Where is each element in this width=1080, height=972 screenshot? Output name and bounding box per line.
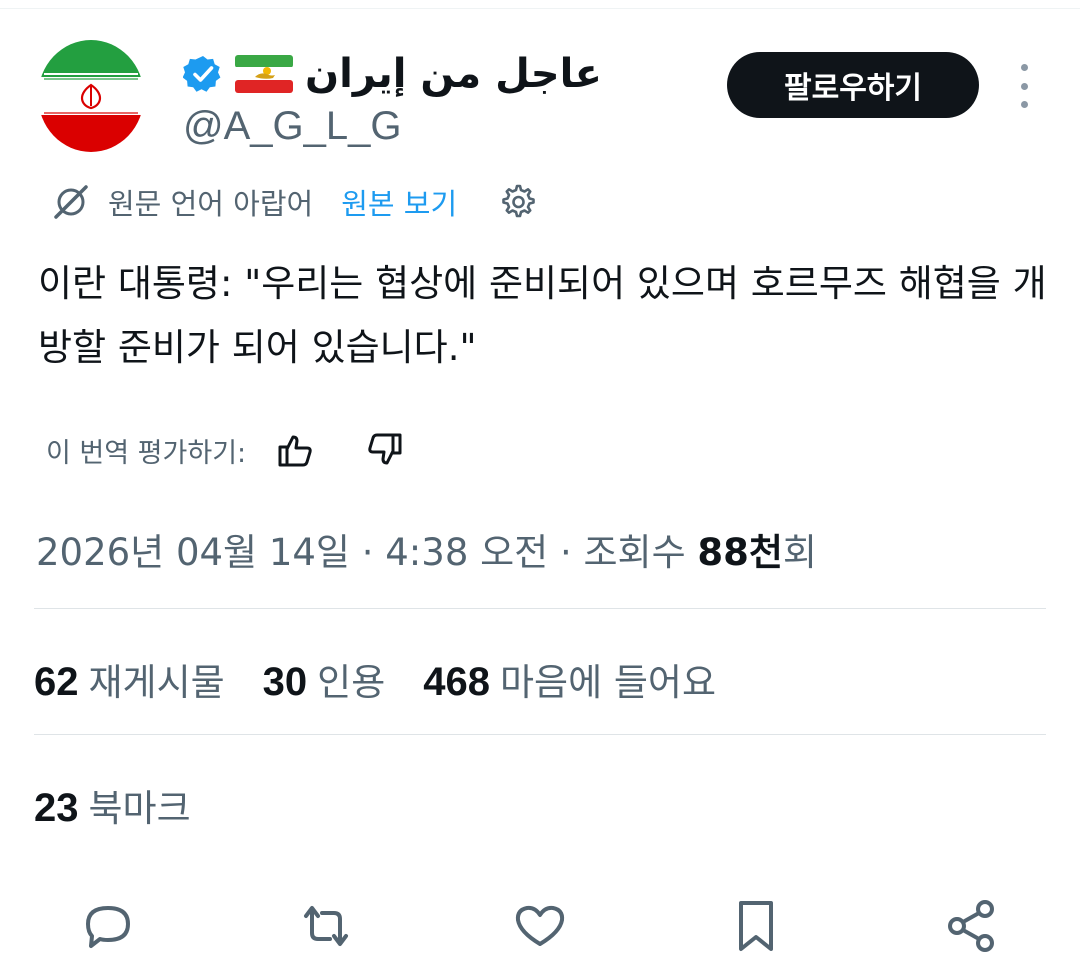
heart-icon: [515, 905, 565, 946]
like-icon[interactable]: [510, 896, 570, 956]
more-dot: [1020, 82, 1028, 90]
thumbs-down-icon[interactable]: [364, 430, 404, 470]
reposts-stat[interactable]: 62 재게시물: [34, 652, 225, 706]
repost-icon[interactable]: [296, 896, 356, 956]
thumbs-up-icon[interactable]: [276, 430, 316, 470]
share-nodes-icon: [948, 900, 994, 952]
reply-icon[interactable]: [78, 896, 138, 956]
repost-arrows-icon: [304, 906, 348, 946]
quotes-count: 30: [262, 660, 308, 704]
show-original-link[interactable]: 원본 보기: [341, 181, 457, 223]
avatar[interactable]: [38, 40, 144, 152]
bookmarks-count: 23: [34, 786, 79, 830]
translation-notice-row: 원문 언어 아랍어 원본 보기: [50, 178, 537, 226]
reposts-label: 재게시물: [88, 661, 225, 704]
iran-flag-avatar-icon: [38, 40, 144, 152]
quotes-stat[interactable]: 30 인용: [263, 652, 386, 706]
views-suffix: 회: [782, 531, 817, 574]
views-count: 88천: [697, 531, 783, 574]
top-divider: [0, 8, 1080, 9]
gear-icon[interactable]: [497, 182, 537, 222]
meta-separator: ·: [559, 531, 572, 574]
translation-source-label: 원문 언어 아랍어: [108, 187, 314, 221]
verified-badge-icon: [183, 56, 221, 92]
iran-lion-sun-flag-icon: [235, 55, 293, 93]
action-bar: [0, 896, 1080, 960]
views-label: 조회수: [583, 531, 686, 574]
bookmark-ribbon-icon: [739, 901, 773, 951]
tweet-meta: 2026년 04월 14일 · 4:38 오전 · 조회수 88천회: [36, 522, 817, 576]
more-dot: [1020, 101, 1028, 108]
more-options-icon[interactable]: [1010, 64, 1038, 108]
tweet-date[interactable]: 2026년 04월 14일: [36, 531, 350, 574]
display-name[interactable]: عاجل من إيران: [305, 51, 602, 97]
rate-translation-label: 이 번역 평가하기:: [46, 437, 247, 469]
bookmarks-stat[interactable]: 23 북마크: [34, 778, 191, 832]
quotes-label: 인용: [317, 661, 386, 704]
author-name-row[interactable]: عاجل من إيران: [183, 44, 602, 104]
engagement-stats: 62 재게시물 30 인용 468 마음에 들어요: [34, 652, 754, 706]
likes-stat[interactable]: 468 마음에 들어요: [423, 652, 716, 706]
share-icon[interactable]: [942, 896, 1002, 956]
bookmarks-label: 북마크: [88, 787, 191, 830]
meta-separator: ·: [361, 531, 374, 574]
bookmark-icon[interactable]: [726, 896, 786, 956]
translate-globe-icon: [54, 185, 88, 219]
likes-label: 마음에 들어요: [500, 661, 717, 704]
more-dot: [1020, 64, 1028, 71]
divider: [34, 608, 1046, 609]
follow-button[interactable]: 팔로우하기: [727, 52, 979, 118]
rate-translation-row: 이 번역 평가하기:: [46, 428, 404, 472]
reply-bubble-icon: [86, 906, 130, 948]
likes-count: 468: [423, 660, 491, 704]
reposts-count: 62: [34, 660, 79, 704]
tweet-time[interactable]: 4:38 오전: [385, 531, 548, 574]
user-handle[interactable]: @A_G_L_G: [183, 104, 402, 149]
tweet-text: 이란 대통령: "우리는 협상에 준비되어 있으며 호르무즈 해협을 개방할 준…: [38, 262, 1047, 369]
divider: [34, 734, 1046, 735]
